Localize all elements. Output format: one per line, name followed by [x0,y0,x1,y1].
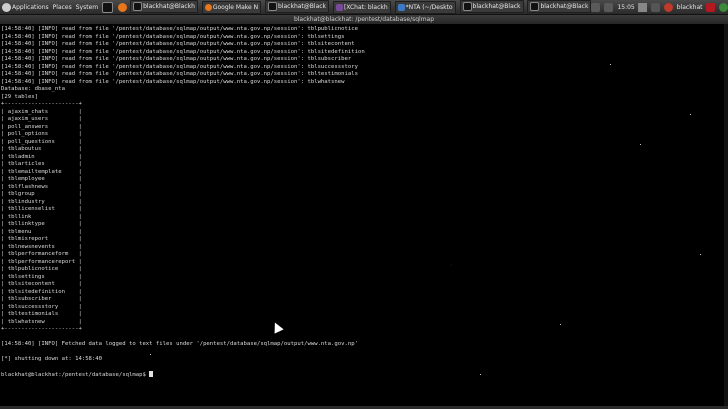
panel-menus: Applications Places System [0,1,128,13]
terminal-icon [530,2,540,11]
applet-icon[interactable] [604,2,614,12]
volume-icon[interactable] [637,2,647,12]
terminal-line: | ajaxim_chats | [1,108,82,115]
terminal-line: | tblmenu | [1,228,82,235]
terminal-line: [14:58:40] [INFO] read from file '/pente… [1,33,345,40]
terminal-line: | tblsettings | [1,273,82,280]
terminal-line: | poll_questions | [1,138,82,145]
terminal-line: +----------------------+ [1,326,82,332]
terminal-line: [14:58:40] [INFO] read from file '/pente… [1,56,352,62]
text-cursor [149,371,154,377]
text-editor-icon [397,4,405,11]
terminal-line: | tblmisreport | [1,236,82,242]
terminal-line: | tblnewsnevents | [1,243,82,250]
task-browser[interactable]: Google Make N [201,1,262,14]
terminal-line: | poll_answers | [1,123,82,130]
terminal-line: | tbllinktype | [1,221,82,227]
task-terminal-4[interactable]: blackhat@Black [527,0,592,13]
system-tray: 15:05 blackhat [591,2,728,12]
terminal-line: | tblsitecontent | [1,281,82,287]
terminal-scrollbar[interactable] [724,24,728,406]
terminal-line: [14:58:40] [INFO] read from file '/pente… [1,63,358,70]
terminal-line: | tblemployee | [1,176,82,182]
terminal-launcher-icon[interactable] [102,1,114,13]
network-icon[interactable] [591,2,601,12]
user-icon[interactable] [663,2,673,12]
terminal-line: | tbltestimonials | [1,311,82,317]
task-terminal-2[interactable]: blackhat@Black [265,0,330,13]
terminal-line: blackhat@blackhat:/pentest/database/sqlm… [1,371,721,379]
top-panel: Applications Places System blackhat@Blac… [0,0,728,15]
terminal-line: [14:58:40] [INFO] read from file '/pente… [1,78,345,85]
terminal-line: [29 tables] [1,93,39,100]
terminal-line: | tblsubscriber | [1,296,82,302]
task-xchat[interactable]: [XChat: blackh [332,1,391,14]
task-terminal-3[interactable]: blackhat@Black [459,0,524,13]
update-icon[interactable] [718,2,728,12]
terminal-line: | tblaboutus | [1,146,82,152]
terminal-line: | tbladmin | [1,153,82,160]
user-name[interactable]: blackhat [677,4,703,11]
xchat-icon [335,4,343,11]
terminal-line: | tblflashnews | [1,183,82,190]
firefox-icon [204,4,212,11]
terminal-icon [268,2,278,11]
terminal-line: Database: dbase_nta [1,86,65,92]
applications-menu[interactable]: Applications [2,2,49,12]
taskbar: blackhat@Blackh Google Make N blackhat@B… [128,0,592,14]
terminal-line: | tblsuccessstory | [1,303,82,310]
terminal-line: | tbllink | [1,213,82,220]
firefox-launcher-icon[interactable] [118,2,128,12]
terminal-line: | tblemailtemplate | [1,168,82,175]
terminal-line: | poll_options | [1,131,82,137]
terminal-line: | tblgroup | [1,191,82,197]
gnome-foot-icon [2,2,11,12]
terminal-line: [14:58:40] [INFO] read from file '/pente… [1,48,365,55]
terminal-line: | tblpublicnotice | [1,266,82,272]
task-terminal-1[interactable]: blackhat@Blackh [130,0,198,13]
terminal-line: | tblperformanceform | [1,251,82,257]
terminal-line: | ajaxim_users | [1,116,82,122]
window-title[interactable]: blackhat@blackhat: /pentest/database/sql… [0,15,728,24]
terminal-icon [133,2,143,11]
clock[interactable]: 15:05 [617,4,634,11]
terminal-line: +----------------------+ [1,101,82,107]
terminal-icon [462,2,472,11]
terminal-line: | tblsitedefinition | [1,288,82,295]
terminal-output[interactable]: [14:58:40] [INFO] read from file '/pente… [1,26,721,379]
task-editor[interactable]: *NTA (~/Deskto [394,1,456,14]
terminal-line: | tblwhatsnew | [1,318,82,325]
terminal-line: [14:58:40] [INFO] read from file '/pente… [1,26,358,32]
terminal-line: [14:58:40] [INFO] read from file '/pente… [1,71,358,77]
system-menu[interactable]: System [76,4,98,11]
keyboard-icon[interactable] [650,2,660,12]
flag-icon[interactable] [705,2,715,12]
terminal-line: | tblperformancereport | [1,258,82,265]
terminal-line: | tblarticles | [1,161,82,167]
terminal-line: [14:58:40] [INFO] read from file '/pente… [1,41,355,47]
terminal-line: [14:58:40] [INFO] Fetched data logged to… [1,341,358,347]
places-menu[interactable]: Places [53,4,72,11]
terminal-line: | tblindustry | [1,198,82,205]
terminal-line: [*] shutting down at: 14:58:40 [1,356,103,362]
terminal-line: | tbllicenselist | [1,206,82,212]
